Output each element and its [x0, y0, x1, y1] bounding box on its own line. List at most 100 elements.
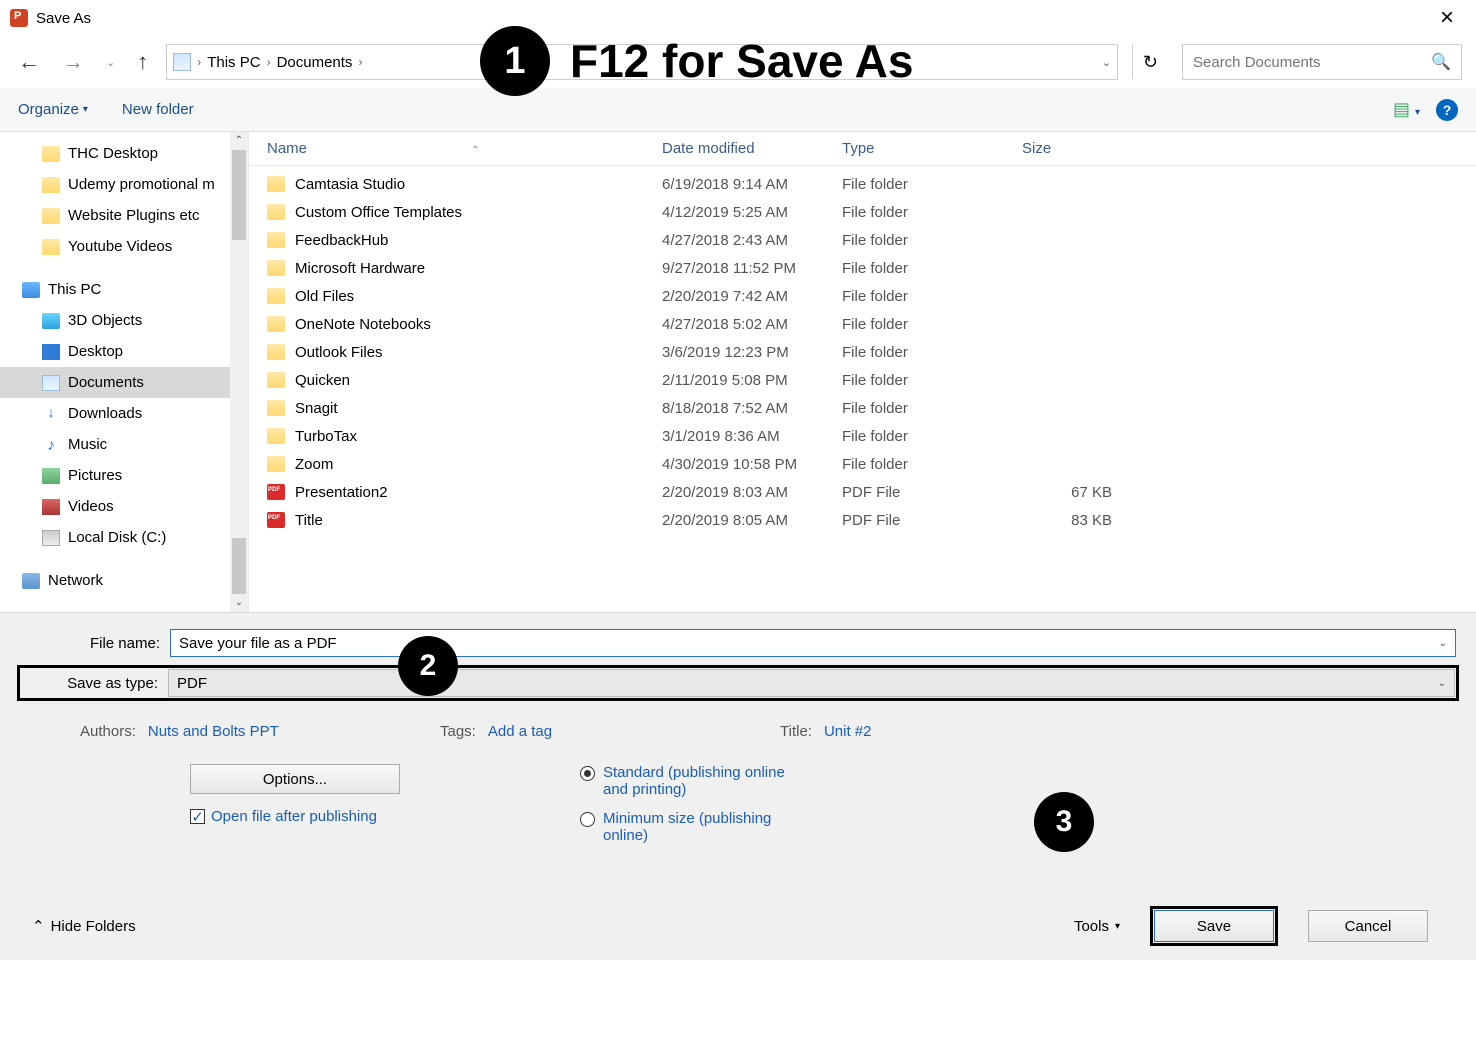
sidebar-item-label: Videos: [68, 498, 114, 515]
search-box[interactable]: 🔍: [1182, 44, 1462, 80]
scroll-down-icon[interactable]: ⌄: [230, 594, 248, 612]
folder-icon: [267, 232, 285, 248]
file-name: FeedbackHub: [295, 232, 662, 249]
authors-value[interactable]: Nuts and Bolts PPT: [148, 723, 279, 740]
sidebar-item-network[interactable]: Network: [0, 565, 248, 596]
organize-menu[interactable]: Organize ▾: [18, 101, 88, 118]
cancel-button[interactable]: Cancel: [1308, 910, 1428, 942]
chevron-down-icon[interactable]: ⌄: [1438, 678, 1446, 689]
back-button[interactable]: ←: [14, 49, 44, 75]
filename-input[interactable]: Save your file as a PDF ⌄: [170, 629, 1456, 657]
chevron-down-icon[interactable]: ⌄: [1439, 638, 1447, 649]
file-row[interactable]: Zoom4/30/2019 10:58 PMFile folder: [249, 450, 1476, 478]
sidebar-item-label: Local Disk (C:): [68, 529, 166, 546]
search-input[interactable]: [1193, 54, 1431, 71]
scroll-thumb[interactable]: [232, 538, 246, 594]
sidebar-item[interactable]: Udemy promotional m: [0, 169, 248, 200]
savetype-dropdown[interactable]: PDF ⌄: [168, 669, 1455, 697]
file-row[interactable]: Microsoft Hardware9/27/2018 11:52 PMFile…: [249, 254, 1476, 282]
search-icon[interactable]: 🔍: [1431, 52, 1451, 72]
file-type: File folder: [842, 344, 1022, 361]
path-segment[interactable]: This PC: [203, 54, 264, 71]
sidebar-item-downloads[interactable]: ↓Downloads: [0, 398, 248, 429]
radio-standard-label[interactable]: Standard (publishing online and printing…: [603, 764, 803, 798]
sidebar-item-music[interactable]: ♪Music: [0, 429, 248, 460]
file-name: Outlook Files: [295, 344, 662, 361]
column-size[interactable]: Size: [1022, 140, 1476, 157]
file-date: 2/20/2019 8:05 AM: [662, 512, 842, 529]
file-row[interactable]: Presentation22/20/2019 8:03 AMPDF File67…: [249, 478, 1476, 506]
new-folder-button[interactable]: New folder: [122, 101, 194, 118]
file-row[interactable]: Outlook Files3/6/2019 12:23 PMFile folde…: [249, 338, 1476, 366]
file-row[interactable]: OneNote Notebooks4/27/2018 5:02 AMFile f…: [249, 310, 1476, 338]
tags-label: Tags:: [440, 723, 476, 740]
file-row[interactable]: Title2/20/2019 8:05 AMPDF File83 KB: [249, 506, 1476, 534]
radio-standard[interactable]: [580, 766, 595, 781]
hide-folders-button[interactable]: ⌃ Hide Folders: [32, 917, 136, 935]
file-row[interactable]: Camtasia Studio6/19/2018 9:14 AMFile fol…: [249, 170, 1476, 198]
scroll-up-icon[interactable]: ⌃: [230, 132, 248, 150]
folder-icon: [267, 428, 285, 444]
close-button[interactable]: ×: [1428, 4, 1466, 32]
folder-icon: [267, 204, 285, 220]
file-row[interactable]: Old Files2/20/2019 7:42 AMFile folder: [249, 282, 1476, 310]
folder-icon: [42, 239, 60, 255]
save-button[interactable]: Save: [1154, 910, 1274, 942]
file-type: PDF File: [842, 484, 1022, 501]
savetype-label: Save as type:: [21, 675, 168, 692]
sidebar-item-videos[interactable]: Videos: [0, 491, 248, 522]
file-row[interactable]: FeedbackHub4/27/2018 2:43 AMFile folder: [249, 226, 1476, 254]
tags-value[interactable]: Add a tag: [488, 723, 552, 740]
file-date: 4/27/2018 2:43 AM: [662, 232, 842, 249]
column-date[interactable]: Date modified: [662, 140, 842, 157]
file-date: 2/20/2019 8:03 AM: [662, 484, 842, 501]
address-bar[interactable]: › This PC › Documents › ⌄: [166, 44, 1118, 80]
column-headers: Name ⌃ Date modified Type Size: [249, 132, 1476, 166]
file-size: 83 KB: [1022, 512, 1112, 529]
sidebar-item-local-disk-c-[interactable]: Local Disk (C:): [0, 522, 248, 553]
file-row[interactable]: Custom Office Templates4/12/2019 5:25 AM…: [249, 198, 1476, 226]
view-options-button[interactable]: ▤ ▾: [1393, 99, 1420, 120]
file-row[interactable]: TurboTax3/1/2019 8:36 AMFile folder: [249, 422, 1476, 450]
file-name: Presentation2: [295, 484, 662, 501]
options-button[interactable]: Options...: [190, 764, 400, 794]
vid-icon: [42, 499, 60, 515]
sidebar-item[interactable]: Youtube Videos: [0, 231, 248, 262]
open-after-checkbox[interactable]: ✓: [190, 809, 205, 824]
open-after-label[interactable]: Open file after publishing: [211, 808, 377, 825]
scrollbar[interactable]: ⌃ ⌄: [230, 132, 248, 612]
sidebar-item[interactable]: Website Plugins etc: [0, 200, 248, 231]
column-name[interactable]: Name ⌃: [267, 140, 662, 157]
sidebar-item-documents[interactable]: Documents: [0, 367, 248, 398]
sidebar-item-thispc[interactable]: This PC: [0, 274, 248, 305]
file-date: 8/18/2018 7:52 AM: [662, 400, 842, 417]
recent-dropdown[interactable]: ⌄: [102, 56, 119, 69]
file-type: File folder: [842, 400, 1022, 417]
chevron-right-icon[interactable]: ›: [265, 55, 273, 69]
radio-minimum[interactable]: [580, 812, 595, 827]
scroll-thumb[interactable]: [232, 150, 246, 240]
address-dropdown[interactable]: ⌄: [1102, 56, 1111, 69]
sidebar-item-pictures[interactable]: Pictures: [0, 460, 248, 491]
chevron-right-icon[interactable]: ›: [195, 55, 203, 69]
up-button[interactable]: ↑: [133, 49, 152, 75]
column-type[interactable]: Type: [842, 140, 1022, 157]
chevron-right-icon[interactable]: ›: [356, 55, 364, 69]
doc-icon: [42, 375, 60, 391]
radio-minimum-label[interactable]: Minimum size (publishing online): [603, 810, 803, 844]
file-type: File folder: [842, 372, 1022, 389]
file-size: 67 KB: [1022, 484, 1112, 501]
path-segment[interactable]: Documents: [273, 54, 357, 71]
sidebar-item[interactable]: THC Desktop: [0, 138, 248, 169]
save-panel: File name: Save your file as a PDF ⌄ Sav…: [0, 612, 1476, 960]
forward-button[interactable]: →: [58, 49, 88, 75]
sidebar-item-3d-objects[interactable]: 3D Objects: [0, 305, 248, 336]
title-value[interactable]: Unit #2: [824, 723, 872, 740]
refresh-button[interactable]: ↻: [1132, 45, 1168, 79]
tools-menu[interactable]: Tools ▾: [1074, 918, 1120, 935]
sidebar-item-label: Youtube Videos: [68, 238, 172, 255]
help-button[interactable]: ?: [1436, 99, 1458, 121]
file-row[interactable]: Quicken2/11/2019 5:08 PMFile folder: [249, 366, 1476, 394]
sidebar-item-desktop[interactable]: Desktop: [0, 336, 248, 367]
file-row[interactable]: Snagit8/18/2018 7:52 AMFile folder: [249, 394, 1476, 422]
